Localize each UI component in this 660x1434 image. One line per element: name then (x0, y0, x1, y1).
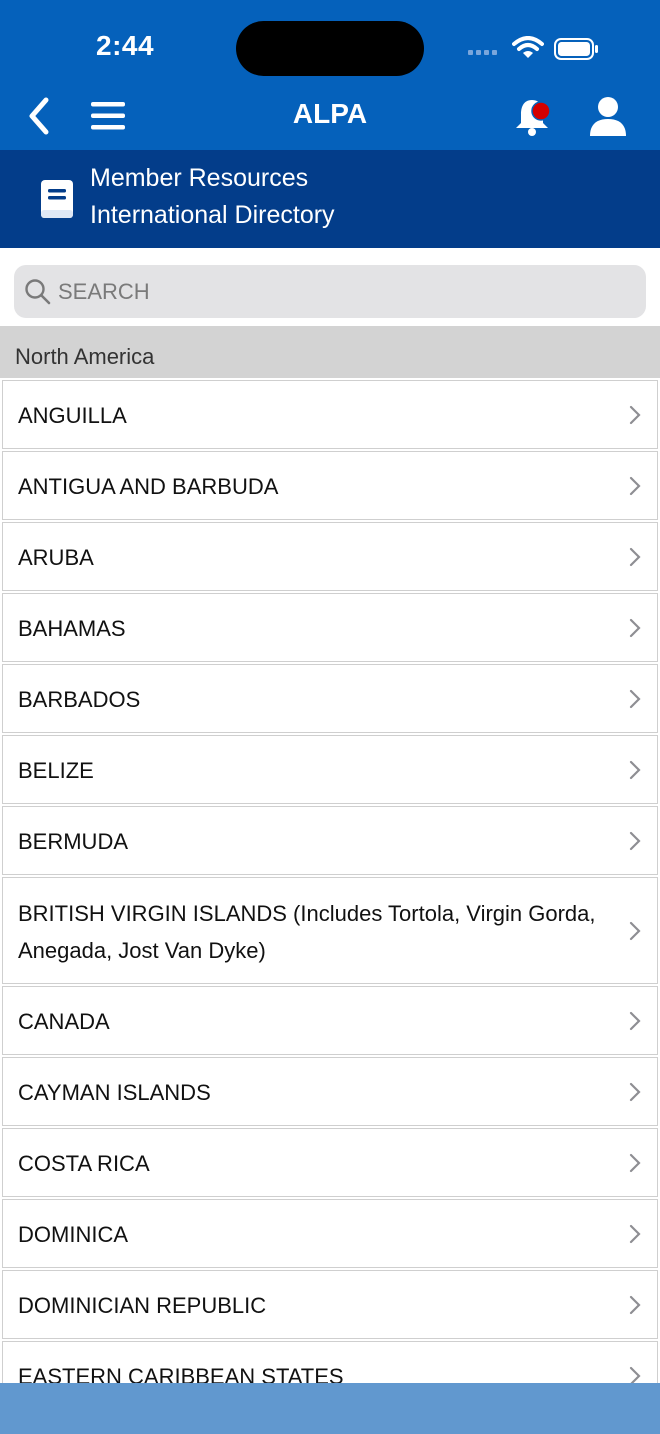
list-item[interactable]: DOMINICA (2, 1199, 658, 1268)
page-title: International Directory (90, 201, 335, 229)
list-item-label: CAYMAN ISLANDS (18, 1080, 211, 1105)
search-icon (25, 279, 51, 305)
list-item-label: BAHAMAS (18, 616, 126, 641)
list-item[interactable]: BERMUDA (2, 806, 658, 875)
battery-icon (554, 38, 598, 60)
dynamic-island (236, 21, 424, 76)
list-item-label: BRITISH VIRGIN ISLANDS (Includes Tortola… (18, 901, 596, 963)
list-item[interactable]: BELIZE (2, 735, 658, 804)
list-item-label: COSTA RICA (18, 1151, 150, 1176)
list-item-label: ARUBA (18, 545, 94, 570)
chevron-right-icon (629, 1295, 641, 1314)
book-icon (41, 180, 73, 218)
chevron-right-icon (629, 476, 641, 495)
chevron-right-icon (629, 1011, 641, 1030)
list-item-label: BERMUDA (18, 829, 129, 854)
search-input[interactable] (58, 265, 628, 318)
section-header: North America (0, 326, 660, 378)
user-profile-icon[interactable] (588, 96, 628, 138)
list-item[interactable]: BRITISH VIRGIN ISLANDS (Includes Tortola… (2, 877, 658, 984)
section-label: North America (15, 344, 155, 369)
list-item[interactable]: ANTIGUA AND BARBUDA (2, 451, 658, 520)
cellular-signal-icon (468, 50, 504, 56)
list-item[interactable]: COSTA RICA (2, 1128, 658, 1197)
chevron-right-icon (629, 831, 641, 850)
list-item-label: ANGUILLA (18, 403, 127, 428)
chevron-right-icon (629, 1224, 641, 1243)
breadcrumb-parent: Member Resources (90, 164, 309, 192)
list-item-label: DOMINICIAN REPUBLIC (18, 1293, 267, 1318)
wifi-icon (512, 36, 544, 58)
chevron-right-icon (629, 547, 641, 566)
country-list: ANGUILLA ANTIGUA AND BARBUDA ARUBA BAHAM… (0, 378, 660, 1410)
chevron-right-icon (629, 618, 641, 637)
list-item-label: CANADA (18, 1009, 110, 1034)
search-bar[interactable] (14, 265, 646, 318)
list-item-label: DOMINICA (18, 1222, 128, 1247)
bottom-bar (0, 1383, 660, 1434)
list-item[interactable]: CAYMAN ISLANDS (2, 1057, 658, 1126)
chevron-right-icon (629, 921, 641, 940)
chevron-right-icon (629, 405, 641, 424)
chevron-right-icon (629, 1082, 641, 1101)
list-item[interactable]: ARUBA (2, 522, 658, 591)
chevron-right-icon (629, 689, 641, 708)
notifications-bell-icon[interactable] (512, 96, 556, 138)
top-bar: 2:44 ALPA (0, 0, 660, 150)
list-item-label: BELIZE (18, 758, 94, 783)
list-item[interactable]: CANADA (2, 986, 658, 1055)
chevron-right-icon (629, 1153, 641, 1172)
list-item-label: BARBADOS (18, 687, 141, 712)
list-item[interactable]: DOMINICIAN REPUBLIC (2, 1270, 658, 1339)
chevron-right-icon (629, 760, 641, 779)
list-item-label: ANTIGUA AND BARBUDA (18, 474, 279, 499)
app-title: ALPA (292, 98, 368, 129)
list-item[interactable]: BARBADOS (2, 664, 658, 733)
status-time: 2:44 (96, 30, 155, 61)
list-item[interactable]: BAHAMAS (2, 593, 658, 662)
list-item[interactable]: ANGUILLA (2, 380, 658, 449)
notification-dot (531, 101, 551, 121)
